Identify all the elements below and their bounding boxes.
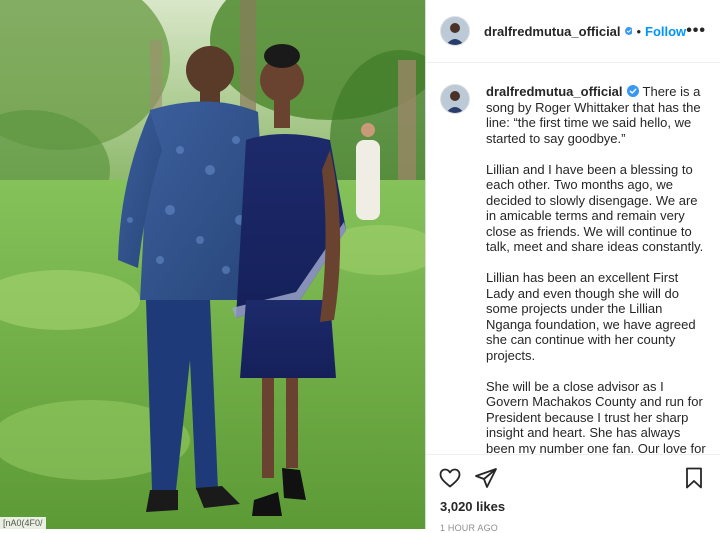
profile-avatar-icon (441, 85, 469, 113)
header-separator: • (636, 23, 642, 39)
post-actions: 3,020 likes 1 HOUR AGO (426, 454, 720, 533)
caption-paragraph-2: Lillian and I have been a blessing to ea… (486, 161, 704, 255)
caption-username[interactable]: dralfredmutua_official (486, 84, 623, 99)
follow-button[interactable]: Follow (645, 24, 686, 39)
caption-author-avatar[interactable] (440, 84, 470, 114)
caption-text: dralfredmutua_official There is a song by… (486, 84, 706, 455)
bookmark-icon[interactable] (682, 466, 706, 490)
instagram-post: [nA0(4F0/ dralfredmutua_official • Follo… (0, 0, 720, 533)
action-icons (438, 463, 708, 493)
ellipsis-icon[interactable]: ••• (686, 22, 706, 40)
caption-paragraph-4: She will be a close advisor as I Govern … (486, 378, 706, 456)
post-photo[interactable]: [nA0(4F0/ (0, 0, 425, 529)
couple-photo-illustration (0, 0, 425, 529)
media-corner-label: [nA0(4F0/ (0, 517, 46, 529)
post-header: dralfredmutua_official • Follow ••• (426, 0, 720, 63)
verified-badge-icon (624, 27, 633, 35)
verified-badge-icon (626, 85, 639, 97)
author-avatar[interactable] (440, 16, 470, 46)
caption-paragraph-3: Lillian has been an excellent First Lady… (486, 270, 696, 363)
likes-count[interactable]: 3,020 likes (440, 499, 708, 514)
heart-icon[interactable] (438, 466, 462, 490)
paper-plane-icon[interactable] (474, 466, 498, 490)
comments-area[interactable]: dralfredmutua_official There is a song by… (426, 72, 720, 455)
author-username[interactable]: dralfredmutua_official (484, 24, 621, 39)
profile-avatar-icon (441, 17, 469, 45)
post-timestamp[interactable]: 1 HOUR AGO (440, 523, 708, 533)
caption-paragraph: dralfredmutua_official There is a song by… (486, 84, 706, 146)
caption-comment: dralfredmutua_official There is a song by… (440, 84, 706, 455)
post-sidebar: dralfredmutua_official • Follow ••• dral… (425, 0, 720, 533)
